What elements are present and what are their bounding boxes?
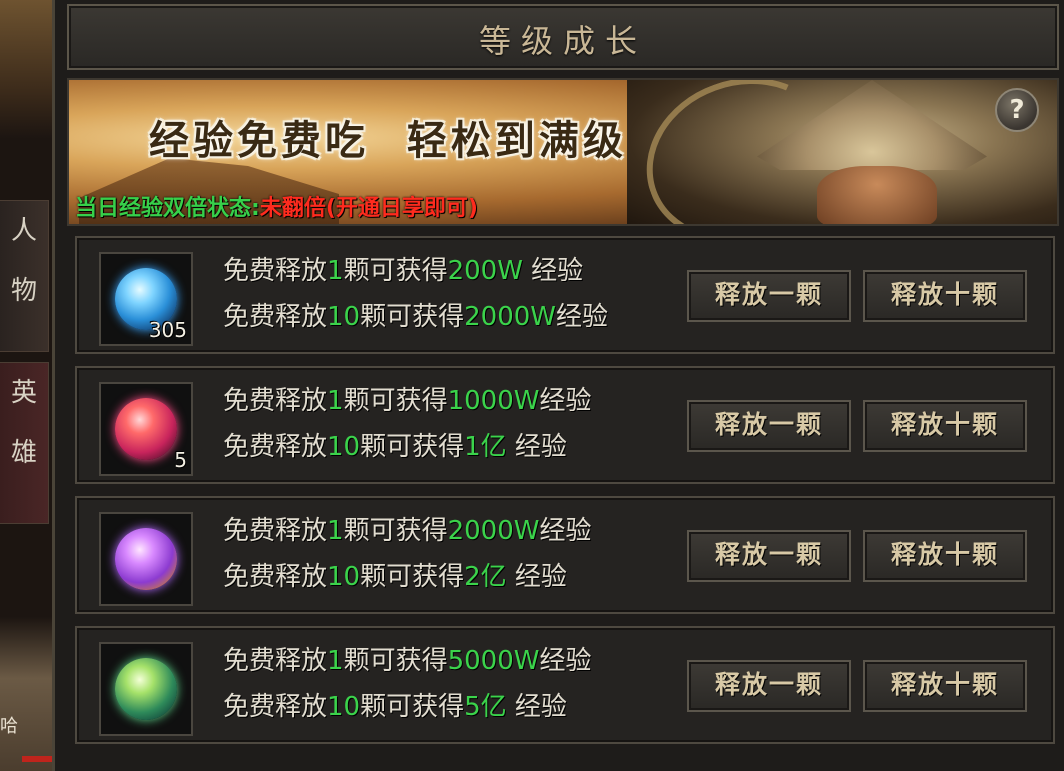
panel-title: 等级成长 — [478, 22, 647, 60]
release-qty: 10 — [327, 302, 361, 332]
text-part: 经验 — [522, 256, 584, 286]
text-part: 免费释放 — [223, 692, 328, 722]
text-part: 免费释放 — [223, 562, 328, 592]
release-one-button[interactable]: 释放一颗 — [687, 530, 851, 582]
double-exp-status-label: 当日经验双倍状态: — [75, 196, 260, 221]
release-ten-button[interactable]: 释放十颗 — [863, 660, 1027, 712]
single-release-text: 免费释放1颗可获得2000W经验 — [223, 508, 591, 554]
exp-row-text: 免费释放1颗可获得2000W经验 免费释放10颗可获得2亿 经验 — [223, 508, 591, 600]
text-part: 经验 — [506, 432, 567, 462]
exp-amount: 1亿 — [464, 432, 507, 462]
ten-release-text: 免费释放10颗可获得1亿 经验 — [223, 424, 591, 470]
exp-amount: 2亿 — [464, 562, 507, 592]
single-release-text: 免费释放1颗可获得1000W经验 — [223, 378, 591, 424]
exp-row-4: 免费释放1颗可获得5000W经验 免费释放10颗可获得5亿 经验 释放一颗 释放… — [75, 626, 1055, 744]
banner-slogan: 经验免费吃 轻松到满级 — [149, 117, 627, 164]
help-question-icon[interactable]: ? — [995, 88, 1039, 132]
promo-banner: 经验免费吃 轻松到满级 当日经验双倍状态:未翻倍(开通日享即可) ? — [67, 78, 1059, 226]
purple-orb-icon — [115, 528, 177, 590]
text-part: 颗可获得 — [343, 646, 448, 676]
side-tab-hero-char1: 英 — [10, 378, 37, 408]
release-qty: 10 — [327, 562, 361, 592]
single-release-text: 免费释放1颗可获得200W 经验 — [223, 248, 608, 294]
text-part: 经验 — [539, 516, 592, 546]
release-one-button[interactable]: 释放一颗 — [687, 270, 851, 322]
side-tab-character-char2: 物 — [10, 276, 37, 306]
item-slot-1[interactable]: 305 — [99, 252, 193, 346]
text-part: 免费释放 — [223, 302, 328, 332]
exp-amount: 1000W — [447, 386, 540, 416]
text-part: 免费释放 — [223, 516, 328, 546]
text-part: 颗可获得 — [360, 692, 465, 722]
text-part: 免费释放 — [223, 646, 328, 676]
release-ten-button[interactable]: 释放十颗 — [863, 400, 1027, 452]
red-orb-icon — [115, 398, 177, 460]
text-part: 经验 — [506, 562, 567, 592]
text-part: 颗可获得 — [343, 386, 448, 416]
exp-amount: 5000W — [447, 646, 540, 676]
release-qty: 10 — [327, 432, 361, 462]
side-tab-character[interactable]: 人 物 — [0, 200, 49, 352]
release-qty: 1 — [327, 646, 344, 676]
ten-release-text: 免费释放10颗可获得5亿 经验 — [223, 684, 591, 730]
item-slot-2[interactable]: 5 — [99, 382, 193, 476]
text-part: 颗可获得 — [343, 256, 448, 286]
exp-amount: 2000W — [464, 302, 557, 332]
release-ten-button[interactable]: 释放十颗 — [863, 270, 1027, 322]
text-part: 经验 — [539, 386, 592, 416]
exp-row-text: 免费释放1颗可获得200W 经验 免费释放10颗可获得2000W经验 — [223, 248, 608, 340]
green-orb-icon — [115, 658, 177, 720]
release-one-button[interactable]: 释放一颗 — [687, 400, 851, 452]
release-one-button[interactable]: 释放一颗 — [687, 660, 851, 712]
release-qty: 1 — [327, 386, 344, 416]
text-part: 经验 — [556, 302, 609, 332]
text-part: 颗可获得 — [360, 562, 465, 592]
text-part: 免费释放 — [223, 256, 328, 286]
level-growth-panel: 等级成长 经验免费吃 轻松到满级 当日经验双倍状态:未翻倍(开通日享即可) ? … — [52, 0, 1064, 771]
release-qty: 1 — [327, 256, 344, 286]
item-count: 5 — [174, 448, 187, 472]
text-part: 经验 — [506, 692, 567, 722]
ten-release-text: 免费释放10颗可获得2000W经验 — [223, 294, 608, 340]
side-red-bar — [22, 756, 52, 762]
release-qty: 10 — [327, 692, 361, 722]
side-bottom-text: 哈 — [0, 716, 18, 737]
exp-amount: 2000W — [447, 516, 540, 546]
side-tab-hero[interactable]: 英 雄 — [0, 362, 49, 524]
text-part: 颗可获得 — [343, 516, 448, 546]
item-slot-3[interactable] — [99, 512, 193, 606]
side-tab-hero-char2: 雄 — [10, 438, 37, 468]
banner-warrior-face-art — [817, 166, 937, 224]
item-slot-4[interactable] — [99, 642, 193, 736]
release-qty: 1 — [327, 516, 344, 546]
exp-amount: 5亿 — [464, 692, 507, 722]
panel-titlebar: 等级成长 — [67, 4, 1059, 70]
side-tab-character-char1: 人 — [10, 216, 37, 246]
exp-row-2: 5 免费释放1颗可获得1000W经验 免费释放10颗可获得1亿 经验 释放一颗 … — [75, 366, 1055, 484]
ten-release-text: 免费释放10颗可获得2亿 经验 — [223, 554, 591, 600]
exp-row-text: 免费释放1颗可获得5000W经验 免费释放10颗可获得5亿 经验 — [223, 638, 591, 730]
game-background-left: 人 物 英 雄 哈 — [0, 0, 58, 771]
exp-row-text: 免费释放1颗可获得1000W经验 免费释放10颗可获得1亿 经验 — [223, 378, 591, 470]
text-part: 颗可获得 — [360, 432, 465, 462]
release-ten-button[interactable]: 释放十颗 — [863, 530, 1027, 582]
exp-row-3: 免费释放1颗可获得2000W经验 免费释放10颗可获得2亿 经验 释放一颗 释放… — [75, 496, 1055, 614]
single-release-text: 免费释放1颗可获得5000W经验 — [223, 638, 591, 684]
text-part: 经验 — [539, 646, 592, 676]
double-exp-status-value: 未翻倍(开通日享即可) — [259, 196, 478, 221]
text-part: 免费释放 — [223, 432, 328, 462]
text-part: 免费释放 — [223, 386, 328, 416]
text-part: 颗可获得 — [360, 302, 465, 332]
exp-row-1: 305 免费释放1颗可获得200W 经验 免费释放10颗可获得2000W经验 释… — [75, 236, 1055, 354]
double-exp-status: 当日经验双倍状态:未翻倍(开通日享即可) — [75, 190, 478, 222]
exp-amount: 200W — [447, 256, 523, 286]
item-count: 305 — [148, 318, 187, 342]
